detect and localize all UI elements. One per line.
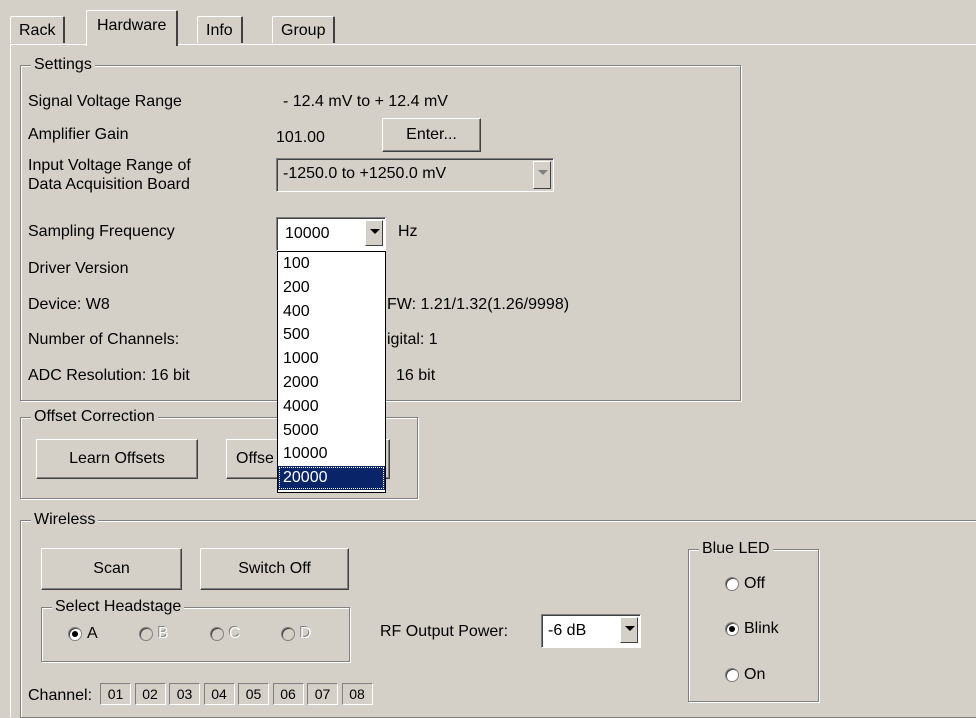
- channel-box: 04: [203, 683, 235, 705]
- sampling-frequency-unit: Hz: [398, 223, 418, 240]
- headstage-c-label: C: [229, 625, 241, 642]
- headstage-d-radio[interactable]: [281, 627, 295, 641]
- digital-channels-value: igital: 1: [387, 331, 438, 348]
- sampling-frequency-value: 10000: [285, 225, 330, 242]
- tab-rack[interactable]: Rack: [10, 16, 66, 43]
- rf-output-power-value: -6 dB: [548, 622, 587, 639]
- device-label: Device: W8: [28, 296, 110, 313]
- scan-label: Scan: [93, 560, 130, 577]
- blue-led-title: Blue LED: [699, 539, 773, 559]
- blue-led-off-label: Off: [744, 575, 766, 592]
- headstage-a-radio[interactable]: [68, 627, 82, 641]
- channel-box: 07: [307, 683, 338, 705]
- dac-resolution-value: 16 bit: [396, 367, 436, 384]
- sampling-frequency-dropdown-list[interactable]: 100 200 400 500 1000 2000 4000 5000 10000 20000: [277, 251, 386, 493]
- sampling-option[interactable]: 2000: [278, 371, 385, 395]
- signal-voltage-value: - 12.4 mV to + 12.4 mV: [283, 93, 448, 110]
- sampling-option[interactable]: 100: [278, 252, 385, 276]
- scan-button[interactable]: Scan: [41, 548, 182, 590]
- sampling-option[interactable]: 20000: [278, 466, 385, 490]
- sampling-option[interactable]: 500: [278, 323, 385, 347]
- select-headstage-title: Select Headstage: [52, 597, 185, 617]
- switch-off-label: Switch Off: [238, 560, 311, 577]
- chevron-down-icon[interactable]: [620, 617, 638, 643]
- sampling-frequency-label: Sampling Frequency: [28, 223, 175, 240]
- tab-strip: Rack Hardware Info Group: [0, 0, 976, 46]
- rf-output-power-label: RF Output Power:: [380, 623, 509, 640]
- chevron-down-icon: [533, 161, 551, 189]
- driver-version-label: Driver Version: [28, 260, 129, 277]
- tab-label: Hardware: [97, 17, 167, 34]
- headstage-b-label: B: [158, 625, 169, 642]
- blue-led-on-radio[interactable]: [725, 668, 739, 682]
- tab-info[interactable]: Info: [197, 16, 243, 43]
- rf-output-power-select[interactable]: -6 dB: [541, 614, 641, 648]
- sampling-frequency-select[interactable]: 10000: [276, 217, 386, 251]
- channels-label: Number of Channels:: [28, 331, 180, 348]
- sampling-option[interactable]: 4000: [278, 395, 385, 419]
- sampling-option[interactable]: 10000: [278, 442, 385, 466]
- switch-off-button[interactable]: Switch Off: [200, 548, 349, 590]
- sampling-option[interactable]: 200: [278, 276, 385, 300]
- signal-voltage-label: Signal Voltage Range: [28, 93, 182, 110]
- blue-led-blink-label: Blink: [744, 620, 779, 637]
- channel-box: 08: [341, 683, 373, 705]
- channel-box: 05: [238, 683, 269, 705]
- sampling-option[interactable]: 5000: [278, 419, 385, 443]
- tab-label: Info: [206, 22, 233, 39]
- amplifier-gain-value: 101.00: [276, 129, 325, 146]
- channel-box: 01: [100, 683, 131, 705]
- headstage-c-radio[interactable]: [210, 627, 224, 641]
- firmware-value: FW: 1.21/1.32(1.26/9998): [387, 296, 570, 313]
- headstage-b-radio[interactable]: [139, 627, 153, 641]
- sampling-option[interactable]: 400: [278, 300, 385, 324]
- input-range-label-line2: Data Acquisition Board: [28, 176, 190, 193]
- learn-offsets-button[interactable]: Learn Offsets: [36, 439, 198, 479]
- input-range-label-line1: Input Voltage Range of: [28, 157, 191, 174]
- sampling-option[interactable]: 1000: [278, 347, 385, 371]
- wireless-title: Wireless: [31, 510, 99, 530]
- input-range-select[interactable]: -1250.0 to +1250.0 mV: [276, 158, 554, 192]
- channel-box: 03: [169, 683, 200, 705]
- headstage-d-label: D: [300, 625, 312, 642]
- blue-led-off-radio[interactable]: [725, 577, 739, 591]
- tab-label: Group: [281, 22, 326, 39]
- offset-button-label: Offse: [236, 450, 274, 467]
- tab-hardware[interactable]: Hardware: [86, 10, 179, 46]
- blue-led-blink-radio[interactable]: [725, 622, 739, 636]
- learn-offsets-label: Learn Offsets: [69, 450, 165, 467]
- channel-label: Channel:: [28, 687, 93, 704]
- chevron-down-icon[interactable]: [365, 220, 383, 246]
- input-range-value: -1250.0 to +1250.0 mV: [283, 165, 447, 182]
- offset-correction-title: Offset Correction: [31, 407, 158, 427]
- enter-button[interactable]: Enter...: [382, 118, 481, 152]
- tab-group[interactable]: Group: [272, 16, 336, 43]
- channel-box: 02: [134, 683, 166, 705]
- blue-led-on-label: On: [744, 666, 766, 683]
- amplifier-gain-label: Amplifier Gain: [28, 126, 129, 143]
- channel-box: 06: [272, 683, 304, 705]
- tab-label: Rack: [19, 22, 56, 39]
- enter-button-label: Enter...: [406, 126, 457, 143]
- adc-resolution-label: ADC Resolution: 16 bit: [28, 367, 190, 384]
- headstage-a-label: A: [87, 625, 98, 642]
- settings-group-title: Settings: [31, 55, 95, 75]
